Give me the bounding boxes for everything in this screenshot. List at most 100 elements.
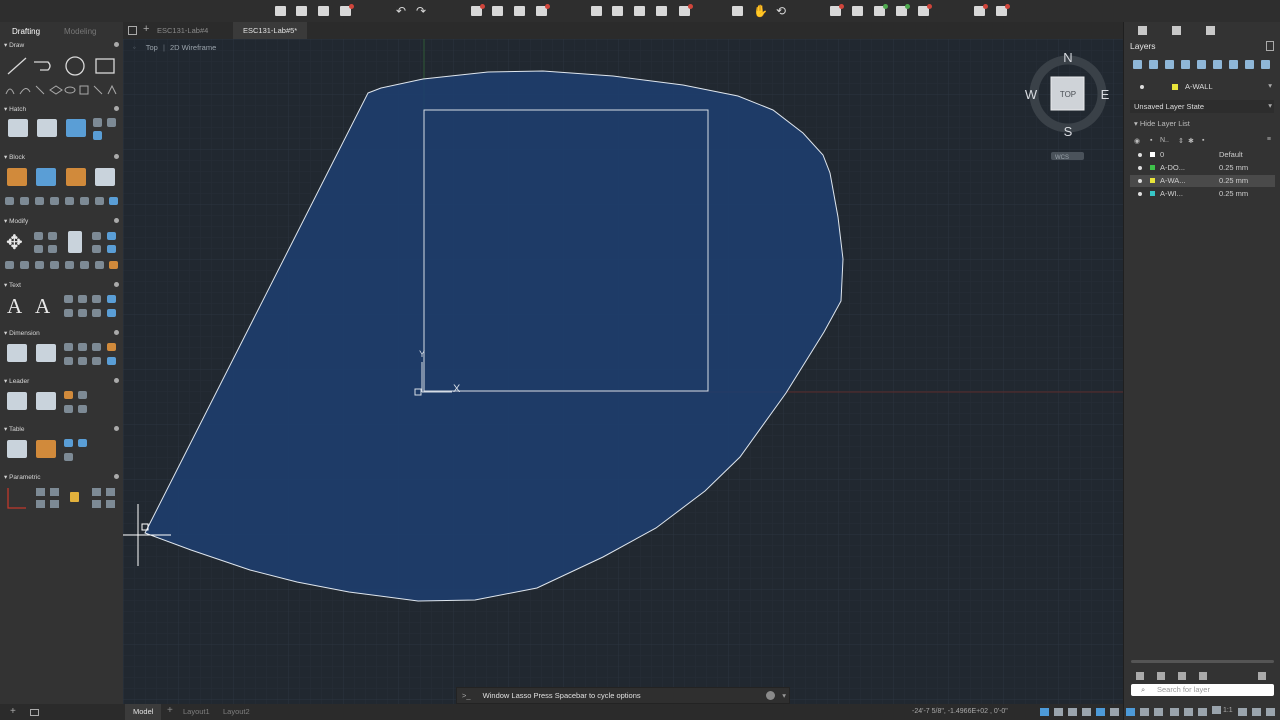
text-tool-icon[interactable] [92,295,101,303]
region-icon[interactable] [93,131,102,140]
help-icon[interactable] [996,4,1010,16]
zoom-window-icon[interactable] [732,6,743,16]
layout-icon[interactable] [30,709,39,716]
layer-footer-icon[interactable] [1136,672,1144,680]
explode-icon[interactable] [107,245,116,253]
block-tool-icon[interactable] [80,197,89,205]
text-tool-icon[interactable] [92,309,101,317]
gear-icon[interactable] [114,378,119,383]
collapse-panel-icon[interactable] [1266,41,1274,51]
text-tool-icon[interactable] [78,295,87,303]
viewport-menu-icon[interactable]: ◦ [133,43,136,52]
modify-tool-icon[interactable] [95,261,104,269]
table-tool-icon[interactable] [64,453,73,461]
section-parametric-title[interactable]: Parametric [4,473,40,481]
multileader-icon[interactable] [7,392,27,410]
block-tool-icon[interactable] [95,197,104,205]
modify-tool-icon[interactable] [109,261,118,269]
block-tool-icon[interactable] [5,197,14,205]
publish-icon[interactable] [536,4,550,16]
parametric-tool-icon[interactable] [92,500,101,508]
new-layer-icon[interactable] [1133,60,1142,69]
markup-icon[interactable] [974,4,988,16]
move-icon[interactable]: ✥ [6,230,23,255]
section-table-title[interactable]: Table [4,425,25,433]
text-tool-icon[interactable] [78,309,87,317]
array-icon[interactable] [107,232,116,240]
page-setup-icon[interactable] [514,6,525,16]
create-block-icon[interactable] [36,168,56,186]
visibility-icon[interactable] [1138,153,1142,157]
compass-north-label[interactable]: N [1063,50,1072,65]
block-tool-icon[interactable] [109,197,118,205]
gear-icon[interactable] [114,106,119,111]
save-as-icon[interactable] [340,4,354,16]
tab-model[interactable]: Model [125,704,162,720]
otrack-toggle-icon[interactable] [1110,708,1119,716]
circle-tool-icon[interactable] [65,56,85,76]
ray-tool-icon[interactable] [35,85,45,95]
polar-toggle-icon[interactable] [1082,708,1091,716]
annotation-visibility-icon[interactable] [1184,708,1193,716]
layer-footer-icon[interactable] [1258,672,1266,680]
selection-cycling-icon[interactable] [1154,708,1163,716]
visual-style[interactable]: 2D Wireframe [170,43,216,52]
line-tool-icon[interactable] [7,57,27,75]
autoscale-icon[interactable] [1198,708,1207,716]
layer-list-scrollbar[interactable] [1131,660,1274,663]
dimension-tool-icon[interactable] [92,357,101,365]
layer-tool-icon[interactable] [1213,60,1222,69]
visibility-icon[interactable] [1138,179,1142,183]
current-layer-select[interactable]: A-WALL ▾ [1130,81,1274,94]
open-file-icon[interactable] [296,6,307,16]
table-tool-icon[interactable] [64,439,73,447]
linear-dimension-icon[interactable] [7,344,27,362]
workspace-icon[interactable] [1252,708,1261,716]
rotate-icon[interactable] [34,232,43,240]
tab-layout2[interactable]: Layout2 [215,704,258,720]
layer-footer-icon[interactable] [1157,672,1165,680]
freeze-icon[interactable]: ✱ [1188,137,1194,145]
add-layout-icon[interactable]: + [167,705,173,716]
text-tool-icon[interactable] [64,295,73,303]
modify-tool-icon[interactable] [50,261,59,269]
annotation-icon[interactable] [1170,708,1179,716]
layer-color-swatch[interactable] [1150,191,1155,196]
section-block-title[interactable]: Block [4,153,25,161]
leader-tool-icon[interactable] [78,391,87,399]
column-name-header[interactable]: N.. [1160,137,1169,144]
add-icon[interactable]: + [10,706,16,717]
gear-icon[interactable] [114,282,119,287]
redo-icon[interactable]: ↷ [416,4,426,18]
hatch-edit-icon[interactable] [93,118,102,127]
layer-row[interactable]: A-DO... 0.25 mm [1130,162,1275,174]
polygon-tool-icon[interactable] [49,85,63,95]
properties-panel-icon[interactable] [1138,26,1147,35]
section-draw-title[interactable]: Draw [4,41,24,49]
gear-icon[interactable] [114,42,119,47]
lock-icon[interactable]: ▪ [1150,137,1152,144]
ortho-toggle-icon[interactable] [1068,708,1077,716]
aligned-dimension-icon[interactable] [36,344,56,362]
visibility-icon[interactable] [1138,192,1142,196]
block-attribute-icon[interactable] [95,168,115,186]
gradient-icon[interactable] [37,119,57,137]
layer-properties-icon[interactable] [612,6,623,16]
layer-tool-icon[interactable] [1229,60,1238,69]
arc-tool-icon[interactable] [5,88,15,95]
layer-tool-icon[interactable] [1181,60,1190,69]
customize-icon[interactable] [1266,708,1275,716]
parametric-tool-icon[interactable] [50,488,59,496]
quick-select-icon[interactable] [896,4,910,16]
section-dimension-title[interactable]: Dimension [4,329,40,337]
isolate-icon[interactable] [918,4,932,16]
tool-palette-icon[interactable] [679,4,693,16]
parametric-tool-icon[interactable] [36,500,45,508]
sort-icon[interactable]: ⇕ [1178,137,1184,145]
spline-tool-icon[interactable] [19,88,31,95]
settings-icon[interactable] [1238,708,1247,716]
chevron-down-icon[interactable]: ▾ [782,688,786,703]
layer-row[interactable]: 0 Default [1130,149,1275,161]
parametric-tool-icon[interactable] [92,488,101,496]
layer-state-select[interactable]: Unsaved Layer State ▾ [1130,100,1274,113]
